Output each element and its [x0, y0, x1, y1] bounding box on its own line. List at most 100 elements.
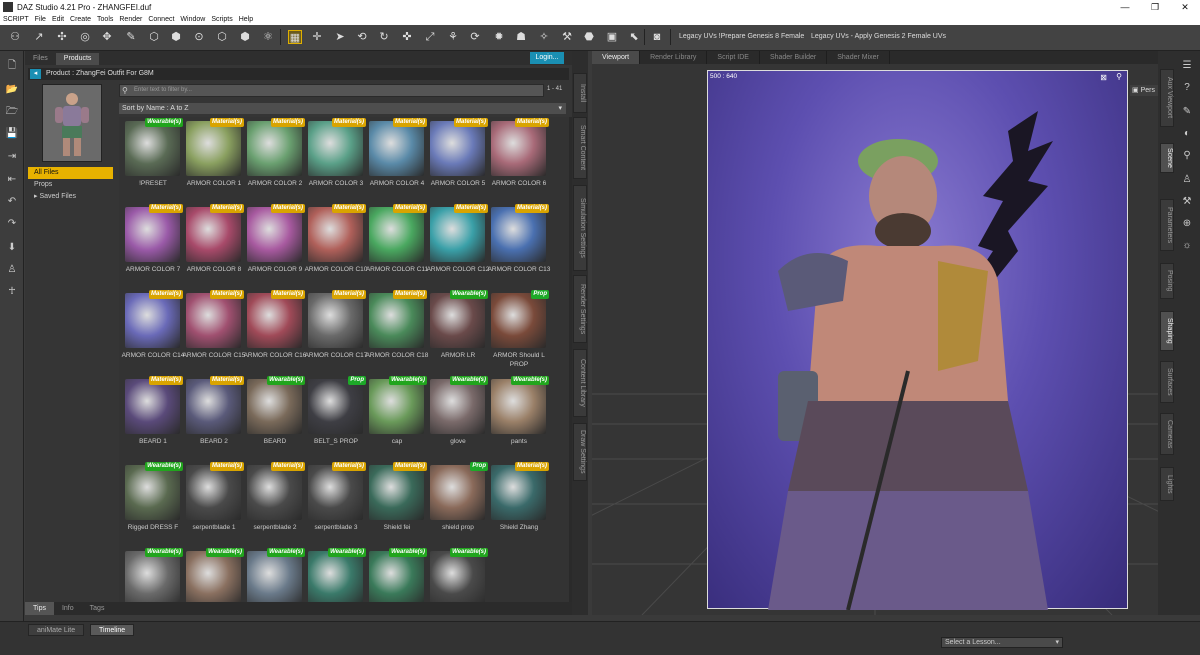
align-tool-icon[interactable]: ✥ [100, 30, 114, 44]
asset-tile[interactable]: Prop shield prop [428, 462, 488, 548]
tab-parameters[interactable]: Parameters [1160, 199, 1174, 251]
asset-tile[interactable]: Material(s) ARMOR COLOR C12 [427, 204, 489, 290]
tab-cameras[interactable]: Cameras [1160, 413, 1174, 455]
maximize-button[interactable]: ❐ [1140, 0, 1170, 14]
asset-tile[interactable]: Material(s) ARMOR COLOR 4 [367, 118, 427, 204]
joint-tool-icon[interactable]: ✣ [55, 30, 69, 44]
tab-aux-viewport[interactable]: Aux Viewport [1160, 69, 1174, 127]
tab-shaping[interactable]: Shaping [1160, 311, 1174, 351]
asset-tile[interactable]: Material(s) ARMOR COLOR 1 [184, 118, 244, 204]
brush-tool-icon[interactable]: ⚒ [560, 30, 574, 44]
tab-script-ide[interactable]: Script IDE [707, 51, 760, 64]
tab-viewport[interactable]: Viewport [592, 51, 641, 64]
import-icon[interactable]: ⇥ [5, 150, 19, 164]
lesson-dropdown[interactable]: Select a Lesson... ▾ [941, 637, 1063, 648]
menu-script[interactable]: SCRIPT [3, 16, 29, 23]
folder-all-files[interactable]: All Files [28, 167, 113, 179]
tools-icon[interactable]: ⚒ [1180, 195, 1194, 209]
asset-tile[interactable]: Material(s) ARMOR COLOR 8 [184, 204, 244, 290]
tab-shader-builder[interactable]: Shader Builder [760, 51, 828, 64]
transfer-tool-icon[interactable]: ⬢ [238, 30, 252, 44]
side-tab-smart-content[interactable]: Smart Content [573, 117, 587, 179]
sort-dropdown[interactable]: Sort by Name : A to Z ▾ [119, 103, 566, 114]
figure-tool-icon[interactable]: ⚘ [446, 30, 460, 44]
redo-icon[interactable]: ↷ [5, 217, 19, 231]
light-icon[interactable]: ☼ [1180, 239, 1194, 253]
asset-tile[interactable]: Material(s) ARMOR COLOR 2 [245, 118, 305, 204]
morph-tool-icon[interactable]: ✧ [537, 30, 551, 44]
asset-tile[interactable]: Material(s) ARMOR COLOR C17 [305, 290, 367, 376]
asset-tile[interactable]: Wearable(s) [306, 548, 366, 607]
twist-tool-icon[interactable]: ↻ [377, 30, 391, 44]
select-tool-icon[interactable]: ⬉ [627, 30, 641, 44]
menu-help[interactable]: Help [239, 16, 253, 23]
tab-scene[interactable]: Scene [1160, 143, 1174, 173]
menu-window[interactable]: Window [180, 16, 205, 23]
asset-tile[interactable]: Material(s) ARMOR COLOR 6 [489, 118, 549, 204]
asset-tile[interactable]: Material(s) ARMOR COLOR 3 [306, 118, 366, 204]
asset-tile[interactable]: Material(s) BEARD 1 [123, 376, 183, 462]
asset-tile[interactable]: Material(s) ARMOR COLOR C13 [488, 204, 550, 290]
asset-tile[interactable]: Material(s) ARMOR COLOR C14 [122, 290, 184, 376]
tab-shader-mixer[interactable]: Shader Mixer [827, 51, 890, 64]
asset-tile[interactable]: Material(s) ARMOR COLOR 7 [123, 204, 183, 290]
asset-tile[interactable]: Material(s) ARMOR COLOR C18 [366, 290, 428, 376]
panel-list-icon[interactable]: ☰ [1180, 59, 1194, 73]
aspect-icon[interactable]: ⊠ [1100, 73, 1107, 82]
drop-icon[interactable]: ⬇ [5, 241, 19, 255]
menu-file[interactable]: File [35, 16, 46, 23]
image-tool-icon[interactable]: ▣ [605, 30, 619, 44]
side-tab-render-settings[interactable]: Render Settings [573, 275, 587, 343]
geometry-tool-icon[interactable]: ⬢ [169, 30, 183, 44]
camera-icon[interactable]: ◙ [650, 30, 664, 44]
asset-tile[interactable]: Material(s) serpentblade 2 [245, 462, 305, 548]
tab-tips[interactable]: Tips [25, 602, 54, 615]
help-icon[interactable]: ? [1180, 81, 1194, 95]
side-tab-content-library[interactable]: Content Library [573, 349, 587, 417]
asset-tile[interactable]: Wearable(s) [428, 548, 488, 607]
tab-info[interactable]: Info [54, 602, 82, 615]
scale-tool-icon[interactable]: ⤢ [423, 30, 437, 44]
menu-connect[interactable]: Connect [148, 16, 174, 23]
asset-tile[interactable]: Wearable(s) ARMOR LR [428, 290, 488, 376]
asset-tile[interactable]: Wearable(s) !PRESET [123, 118, 183, 204]
side-tab-draw-settings[interactable]: Draw Settings [573, 423, 587, 481]
menu-create[interactable]: Create [70, 16, 91, 23]
region-tool-icon[interactable]: ⬡ [215, 30, 229, 44]
close-button[interactable]: ✕ [1170, 0, 1200, 14]
asset-tile[interactable]: Material(s) Shield fei [367, 462, 427, 548]
asset-tile[interactable]: Material(s) serpentblade 3 [306, 462, 366, 548]
menu-scripts[interactable]: Scripts [211, 16, 232, 23]
tab-animate-lite[interactable]: aniMate Lite [28, 624, 85, 636]
paint-tool-icon[interactable]: ✎ [124, 30, 138, 44]
asset-tile[interactable]: Wearable(s) BEARD [245, 376, 305, 462]
asset-tile[interactable]: Wearable(s) glove [428, 376, 488, 462]
side-tab-install[interactable]: Install [573, 73, 587, 113]
filter-input[interactable]: ⚲ Enter text to filter by... [119, 84, 544, 97]
hierarchy-icon[interactable]: ⚲ [1180, 149, 1194, 163]
figure-icon[interactable]: ♙ [5, 263, 19, 277]
folder-saved-files[interactable]: ▸ Saved Files [28, 191, 113, 203]
asset-tile[interactable]: Wearable(s) [184, 548, 244, 607]
paint-brush-icon[interactable]: ✎ [1180, 105, 1194, 119]
asset-tile[interactable]: Wearable(s) cap [367, 376, 427, 462]
pose-tool-2-icon[interactable]: ☗ [514, 30, 528, 44]
pose-tool-icon[interactable]: ↗ [32, 30, 46, 44]
tab-files[interactable]: Files [25, 53, 56, 65]
login-button[interactable]: Login... [530, 52, 564, 64]
node-tool-icon[interactable]: ⬡ [147, 30, 161, 44]
asset-tile[interactable]: Material(s) Shield Zhang [489, 462, 549, 548]
folder-props[interactable]: Props [28, 179, 113, 191]
asset-tile[interactable]: Material(s) ARMOR COLOR C10 [305, 204, 367, 290]
universal-tool-icon[interactable]: ✛ [310, 30, 324, 44]
surface-tool-icon[interactable]: ✹ [492, 30, 506, 44]
back-arrow-icon[interactable]: ◂ [30, 69, 41, 79]
asset-tile[interactable]: Material(s) serpentblade 1 [184, 462, 244, 548]
translate-tool-icon[interactable]: ✜ [400, 30, 414, 44]
pose-icon[interactable]: ☥ [5, 285, 19, 299]
target-tool-icon[interactable]: ⊙ [192, 30, 206, 44]
figure-pose-icon[interactable]: ♙ [1180, 173, 1194, 187]
open-file-icon[interactable]: 📂 [5, 83, 19, 97]
camera-orbit-icon[interactable]: ⟳ [468, 30, 482, 44]
dform-tool-icon[interactable]: ⬣ [582, 30, 596, 44]
